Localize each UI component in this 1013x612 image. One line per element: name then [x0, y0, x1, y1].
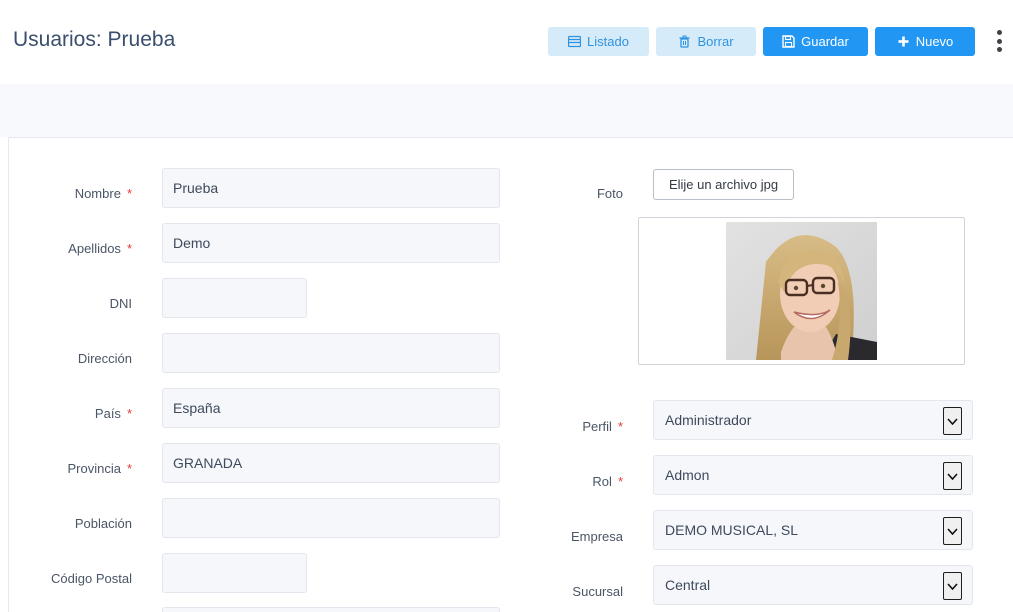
- direccion-input[interactable]: [162, 333, 500, 373]
- dni-label: DNI: [109, 296, 132, 311]
- chevron-down-icon[interactable]: [943, 407, 962, 435]
- direccion-label: Dirección: [77, 351, 132, 366]
- nuevo-button[interactable]: Nuevo: [875, 27, 975, 56]
- more-options-icon[interactable]: [994, 30, 1004, 52]
- list-icon: [568, 35, 582, 48]
- save-icon: [782, 35, 795, 48]
- empresa-select[interactable]: DEMO MUSICAL, SL: [653, 510, 973, 550]
- perfil-select-value: Administrador: [665, 412, 752, 428]
- nombre-input[interactable]: Prueba: [162, 168, 500, 208]
- sucursal-label: Sucursal: [572, 584, 623, 599]
- codigo-postal-label: Código Postal: [51, 571, 132, 586]
- rol-select[interactable]: Admon: [653, 455, 973, 495]
- provincia-input[interactable]: GRANADA: [162, 443, 500, 483]
- page-title: Usuarios: Prueba: [13, 28, 176, 51]
- toolbar-band: [0, 84, 1013, 137]
- apellidos-label: Apellidos *: [68, 241, 132, 256]
- chevron-down-icon[interactable]: [943, 517, 962, 545]
- chevron-down-icon[interactable]: [943, 572, 962, 600]
- guardar-button[interactable]: Guardar: [763, 27, 868, 56]
- listado-button[interactable]: Listado: [548, 27, 649, 56]
- borrar-button[interactable]: Borrar: [656, 27, 756, 56]
- nombre-label: Nombre *: [74, 186, 132, 201]
- sucursal-select-value: Central: [665, 577, 711, 593]
- empresa-select-value: DEMO MUSICAL, SL: [665, 522, 799, 538]
- perfil-label: Perfil *: [582, 419, 623, 434]
- codigo-postal-input[interactable]: [162, 553, 307, 593]
- nuevo-button-label: Nuevo: [915, 34, 954, 49]
- page-header: Usuarios: Prueba Listado Borrar Guardar …: [0, 0, 1013, 84]
- pais-label: País *: [94, 406, 132, 421]
- perfil-select[interactable]: Administrador: [653, 400, 973, 440]
- plus-icon: [898, 36, 909, 47]
- borrar-button-label: Borrar: [697, 34, 734, 49]
- guardar-button-label: Guardar: [801, 34, 849, 49]
- rol-label: Rol *: [592, 474, 623, 489]
- sucursal-select[interactable]: Central: [653, 565, 973, 605]
- apellidos-input[interactable]: Demo: [162, 223, 500, 263]
- dni-input[interactable]: [162, 278, 307, 318]
- trash-icon: [679, 35, 690, 48]
- pais-input[interactable]: España: [162, 388, 500, 428]
- empresa-label: Empresa: [570, 529, 623, 544]
- foto-label: Foto: [596, 186, 623, 201]
- chevron-down-icon[interactable]: [943, 462, 962, 490]
- photo-preview-frame: [638, 217, 965, 365]
- poblacion-label: Población: [74, 516, 132, 531]
- user-photo: [726, 222, 877, 360]
- next-field-input[interactable]: [162, 607, 500, 612]
- rol-select-value: Admon: [665, 467, 710, 483]
- choose-file-button[interactable]: Elije un archivo jpg: [653, 169, 794, 200]
- provincia-label: Provincia *: [67, 461, 132, 476]
- poblacion-input[interactable]: [162, 498, 500, 538]
- listado-button-label: Listado: [587, 34, 629, 49]
